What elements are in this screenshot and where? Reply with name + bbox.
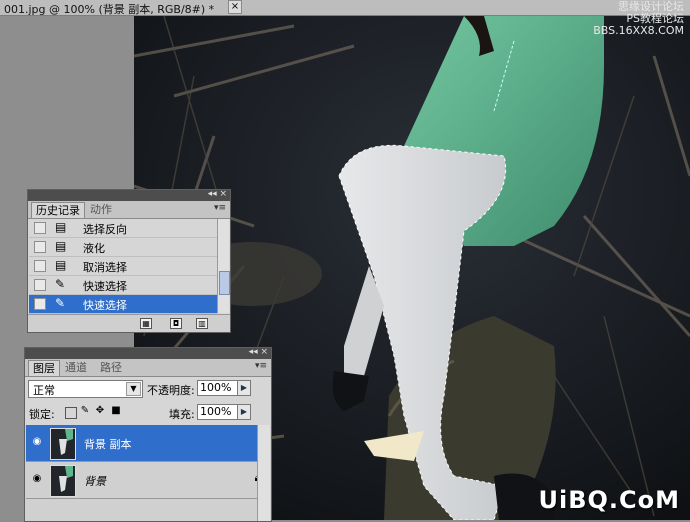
quick-select-icon: ✎	[55, 277, 66, 291]
fill-label: 填充:	[169, 408, 195, 421]
snapshot-checkbox[interactable]	[34, 298, 46, 310]
history-item-selected[interactable]: ✎ 快速选择	[29, 295, 217, 314]
brand-watermark: UiBQ.CoM	[538, 486, 680, 514]
collapse-close-icon[interactable]: ◂◂ ×	[208, 189, 227, 199]
scrollbar-thumb[interactable]	[219, 271, 230, 295]
document-icon: ▤	[55, 258, 67, 272]
chevron-down-icon: ▼	[126, 382, 141, 396]
watermark: 思缘设计论坛 PS教程论坛 BBS.16XX8.COM	[593, 1, 684, 37]
history-item-label: 快速选择	[83, 299, 127, 312]
history-item-label: 液化	[83, 242, 105, 255]
opacity-slider-arrow-icon[interactable]: ▶	[237, 380, 251, 396]
eye-icon[interactable]: ◉	[30, 473, 44, 485]
layer-name[interactable]: 背景 副本	[84, 436, 132, 452]
panel-titlebar[interactable]: ◂◂ ×	[25, 347, 271, 359]
blend-mode-value: 正常	[33, 384, 55, 397]
layer-row[interactable]: ◉ 背景 🔒︎	[26, 462, 268, 499]
layer-thumbnail	[50, 465, 76, 497]
quick-select-icon: ✎	[55, 296, 66, 310]
history-item[interactable]: ✎ 快速选择	[29, 276, 217, 295]
lock-row: 锁定: ✎ ✥ ■ 填充: 100% ▶	[25, 401, 271, 423]
tab-channels[interactable]: 通道	[61, 360, 91, 375]
lock-all-icon[interactable]: ■	[111, 406, 121, 416]
new-document-from-state-icon[interactable]: ▦	[140, 318, 152, 329]
snapshot-checkbox[interactable]	[34, 241, 46, 253]
layer-thumbnail	[50, 428, 76, 460]
document-title: 001.jpg @ 100% (背景 副本, RGB/8#) *	[4, 3, 215, 16]
history-item-label: 快速选择	[83, 280, 127, 293]
document-icon: ▤	[55, 220, 67, 234]
trash-icon[interactable]: ▥	[196, 318, 208, 329]
history-item-label: 取消选择	[83, 261, 127, 274]
layer-row-selected[interactable]: ◉ 背景 副本	[26, 425, 268, 462]
eye-icon[interactable]: ◉	[30, 436, 44, 448]
tab-layers[interactable]: 图层	[28, 360, 60, 376]
layer-list: ◉ 背景 副本 ◉ 背景 🔒︎	[25, 425, 271, 521]
history-footer: ▦ ◘ ▥	[28, 314, 230, 332]
lock-label: 锁定:	[29, 408, 55, 421]
opacity-input[interactable]: 100%	[197, 380, 239, 396]
snapshot-checkbox[interactable]	[34, 222, 46, 234]
document-icon: ▤	[55, 239, 67, 253]
new-snapshot-icon[interactable]: ◘	[170, 318, 182, 329]
history-scrollbar[interactable]	[217, 219, 230, 313]
history-item[interactable]: ▤ 选择反向	[29, 219, 217, 238]
tab-actions[interactable]: 动作	[86, 202, 116, 217]
fill-slider-arrow-icon[interactable]: ▶	[237, 404, 251, 420]
fill-input[interactable]: 100%	[197, 404, 239, 420]
collapse-close-icon[interactable]: ◂◂ ×	[249, 347, 268, 357]
history-item[interactable]: ▤ 液化	[29, 238, 217, 257]
blend-mode-select[interactable]: 正常 ▼	[28, 380, 143, 398]
lock-move-icon[interactable]: ✥	[95, 406, 105, 416]
layers-tabs: 图层 通道 路径 ▾≡	[25, 359, 271, 377]
lock-brush-icon[interactable]: ✎	[80, 406, 90, 416]
opacity-label: 不透明度:	[147, 384, 195, 397]
layers-panel: ◂◂ × 图层 通道 路径 ▾≡ 正常 ▼ 不透明度: 100% ▶ 锁定: ✎…	[24, 347, 272, 522]
layers-scrollbar[interactable]	[257, 425, 270, 521]
history-tabs: 历史记录 动作 ▾≡	[28, 201, 230, 219]
panel-menu-icon[interactable]: ▾≡	[214, 203, 226, 213]
panel-titlebar[interactable]: ◂◂ ×	[28, 189, 230, 201]
history-panel: ◂◂ × 历史记录 动作 ▾≡ ▤ 选择反向 ▤ 液化 ▤ 取消选择 ✎ 快速选…	[27, 189, 231, 333]
history-list: ▤ 选择反向 ▤ 液化 ▤ 取消选择 ✎ 快速选择 ✎ 快速选择	[28, 219, 218, 314]
blend-row: 正常 ▼ 不透明度: 100% ▶	[25, 377, 271, 399]
watermark-line-3: BBS.16XX8.COM	[593, 24, 684, 37]
history-item[interactable]: ▤ 取消选择	[29, 257, 217, 276]
document-tab[interactable]: 001.jpg @ 100% (背景 副本, RGB/8#) * ×	[0, 0, 690, 16]
snapshot-checkbox[interactable]	[34, 279, 46, 291]
panel-menu-icon[interactable]: ▾≡	[255, 361, 267, 371]
tab-history[interactable]: 历史记录	[31, 202, 85, 218]
lock-transparent-icon[interactable]	[65, 407, 77, 419]
snapshot-checkbox[interactable]	[34, 260, 46, 272]
history-item-label: 选择反向	[83, 223, 127, 236]
layer-name[interactable]: 背景	[84, 473, 106, 489]
tab-paths[interactable]: 路径	[96, 360, 126, 375]
close-document-icon[interactable]: ×	[228, 0, 242, 14]
